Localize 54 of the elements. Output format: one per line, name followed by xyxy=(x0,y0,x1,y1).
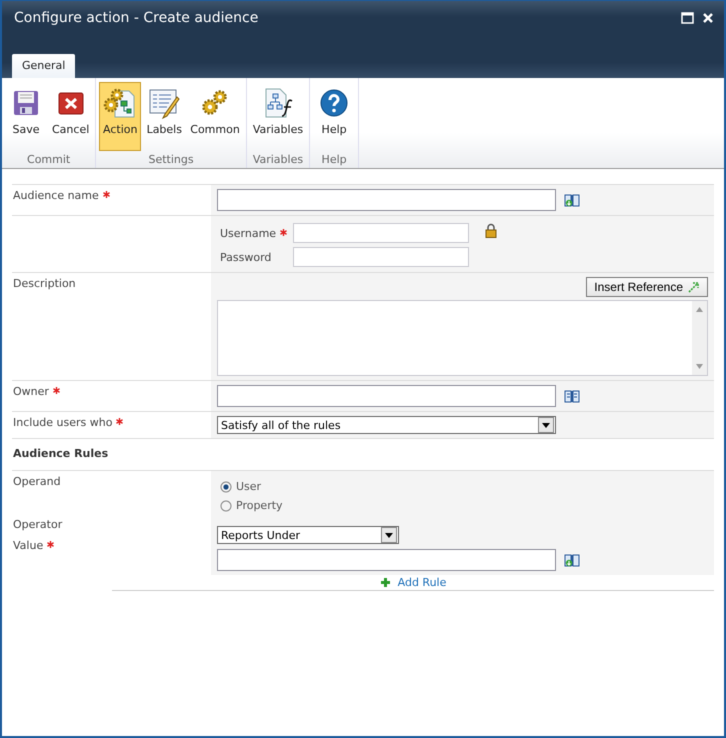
dropdown[interactable]: Reports Under xyxy=(217,526,399,544)
field-label: Include users who xyxy=(13,416,112,429)
ribbon-button[interactable]: Common xyxy=(187,82,243,151)
ribbon-button[interactable]: Action xyxy=(99,82,142,151)
radio-option[interactable]: User xyxy=(217,477,708,496)
scrollbar[interactable] xyxy=(692,301,707,375)
ribbon-tab[interactable]: General xyxy=(12,54,76,78)
plus-icon xyxy=(380,577,391,588)
address-book-icon[interactable] xyxy=(564,553,580,567)
arrow-icon xyxy=(688,281,700,293)
description-field[interactable] xyxy=(217,300,708,376)
maximize-icon[interactable] xyxy=(681,12,694,24)
list-pencil-icon xyxy=(148,87,180,119)
ribbon-button[interactable]: Save xyxy=(5,82,47,151)
insert-reference-button[interactable]: Insert Reference xyxy=(586,277,708,297)
field-label: Operator xyxy=(13,518,62,531)
field-label: Username xyxy=(220,226,276,240)
dropdown-arrow-icon xyxy=(542,422,550,428)
text-field[interactable] xyxy=(217,549,556,571)
password-field[interactable] xyxy=(293,247,469,267)
group-label: Settings xyxy=(148,153,194,166)
group-label: Variables xyxy=(252,153,304,166)
scroll-down-icon[interactable] xyxy=(696,364,703,369)
radio-option[interactable]: Property xyxy=(217,496,708,515)
gears-document-icon xyxy=(103,87,138,119)
window-title: Configure action - Create audience xyxy=(14,10,258,26)
section-heading: Audience Rules xyxy=(13,447,108,460)
lock-icon xyxy=(485,223,497,238)
ribbon-button[interactable]: Help xyxy=(313,82,356,151)
address-book-icon[interactable] xyxy=(564,389,580,403)
field-label: Audience name xyxy=(13,189,99,202)
help-icon xyxy=(320,89,348,117)
add-rule-link[interactable]: Add Rule xyxy=(380,576,446,589)
field-label: Description xyxy=(13,277,76,290)
group-label: Commit xyxy=(27,153,70,166)
radio-button[interactable] xyxy=(220,480,232,492)
scroll-up-icon[interactable] xyxy=(696,307,703,312)
field-label: Owner xyxy=(13,385,49,398)
address-book-icon[interactable] xyxy=(564,193,580,207)
text-field[interactable] xyxy=(217,189,556,211)
field-label: Password xyxy=(220,250,272,264)
group-label: Help xyxy=(322,153,347,166)
close-icon[interactable] xyxy=(702,12,714,24)
field-label: Operand xyxy=(13,475,61,488)
dropdown[interactable]: Satisfy all of the rules xyxy=(217,416,556,434)
field-label: Value xyxy=(13,539,44,552)
ribbon-button[interactable]: Variables xyxy=(250,82,306,151)
dropdown-arrow-icon xyxy=(385,532,393,538)
ribbon-button[interactable]: Cancel xyxy=(49,82,92,151)
cancel-icon xyxy=(58,90,84,116)
username-field[interactable] xyxy=(293,223,469,243)
ribbon-button[interactable]: Labels xyxy=(143,82,186,151)
radio-button[interactable] xyxy=(220,500,232,512)
text-field[interactable] xyxy=(217,385,556,407)
